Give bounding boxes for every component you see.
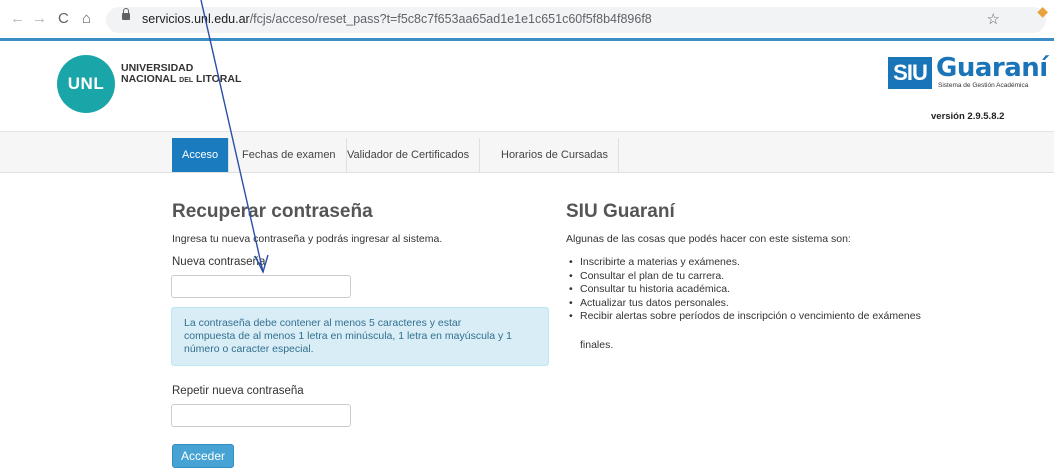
main-nav: Acceso Fechas de examen Validador de Cer… xyxy=(0,132,1054,173)
unl-name-part: LITORAL xyxy=(193,73,242,85)
siu-subtitle: Sistema de Gestión Académica xyxy=(938,82,1029,89)
url-path: /fcjs/acceso/reset_pass?t=f5c8c7f653aa65… xyxy=(249,12,652,26)
extension-icon[interactable]: ◆ xyxy=(1037,3,1048,20)
siu-guarani-logo: SIU Guaraní Sistema de Gestión Académica xyxy=(888,53,1048,93)
reload-icon[interactable]: C xyxy=(58,10,69,28)
password-rules-alert: La contraseña debe contener al menos 5 c… xyxy=(171,307,549,366)
features-list: Inscribirte a materias y exámenes. Consu… xyxy=(566,256,966,324)
list-item: Inscribirte a materias y exámenes. xyxy=(566,256,966,270)
password-rules-line: número o caracter especial. xyxy=(184,343,314,355)
unl-name-del: DEL xyxy=(179,77,194,84)
site-header: UNL UNIVERSIDAD NACIONAL DEL LITORAL SIU… xyxy=(0,41,1054,132)
lock-icon[interactable] xyxy=(122,8,130,20)
browser-toolbar: ← → C ⌂ servicios.unl.edu.ar/fcjs/acceso… xyxy=(0,0,1054,38)
back-arrow-icon[interactable]: ← xyxy=(10,10,25,28)
unl-name: UNIVERSIDAD NACIONAL DEL LITORAL xyxy=(121,63,241,86)
tab-fechas-de-examen[interactable]: Fechas de examen xyxy=(232,138,347,172)
features-intro: Algunas de las cosas que podés hacer con… xyxy=(566,233,851,245)
forward-arrow-icon[interactable]: → xyxy=(32,10,47,28)
password-rules-line: La contraseña debe contener al menos 5 c… xyxy=(184,317,462,329)
siu-guarani-heading: SIU Guaraní xyxy=(566,201,675,222)
tab-validador-de-certificados[interactable]: Validador de Certificados xyxy=(337,138,481,172)
guarani-wordmark: Guaraní xyxy=(936,53,1048,83)
page-title: Recuperar contraseña xyxy=(172,201,373,222)
url-domain: servicios.unl.edu.ar xyxy=(142,12,250,26)
new-password-field[interactable] xyxy=(171,275,351,298)
repeat-password-field[interactable] xyxy=(171,404,351,427)
list-item: Consultar tu historia académica. xyxy=(566,283,966,297)
password-rules-line: compuesta de al menos 1 letra en minúscu… xyxy=(184,330,513,342)
unl-name-line2: NACIONAL DEL LITORAL xyxy=(121,74,241,86)
url-text[interactable]: servicios.unl.edu.ar/fcjs/acceso/reset_p… xyxy=(142,12,652,26)
acceder-button[interactable]: Acceder xyxy=(172,444,234,468)
form-intro: Ingresa tu nueva contraseña y podrás ing… xyxy=(172,233,443,245)
new-password-label: Nueva contraseña xyxy=(172,256,266,268)
list-item-continuation: finales. xyxy=(580,339,614,351)
version-text: versión 2.9.5.8.2 xyxy=(931,111,1005,122)
unl-logo[interactable]: UNL xyxy=(57,55,115,113)
list-item: Actualizar tus datos personales. xyxy=(566,297,966,311)
repeat-password-label: Repetir nueva contraseña xyxy=(172,385,304,397)
tab-horarios-de-cursadas[interactable]: Horarios de Cursadas xyxy=(491,138,619,172)
list-item: Consultar el plan de tu carrera. xyxy=(566,270,966,284)
siu-logo-box: SIU xyxy=(888,57,932,89)
unl-name-part: NACIONAL xyxy=(121,73,180,85)
home-icon[interactable]: ⌂ xyxy=(82,10,91,28)
list-item: Recibir alertas sobre períodos de inscri… xyxy=(566,310,966,324)
bookmark-star-icon[interactable]: ☆ xyxy=(987,10,1000,28)
address-bar[interactable]: servicios.unl.edu.ar/fcjs/acceso/reset_p… xyxy=(106,7,1046,33)
tab-acceso[interactable]: Acceso xyxy=(172,138,230,172)
